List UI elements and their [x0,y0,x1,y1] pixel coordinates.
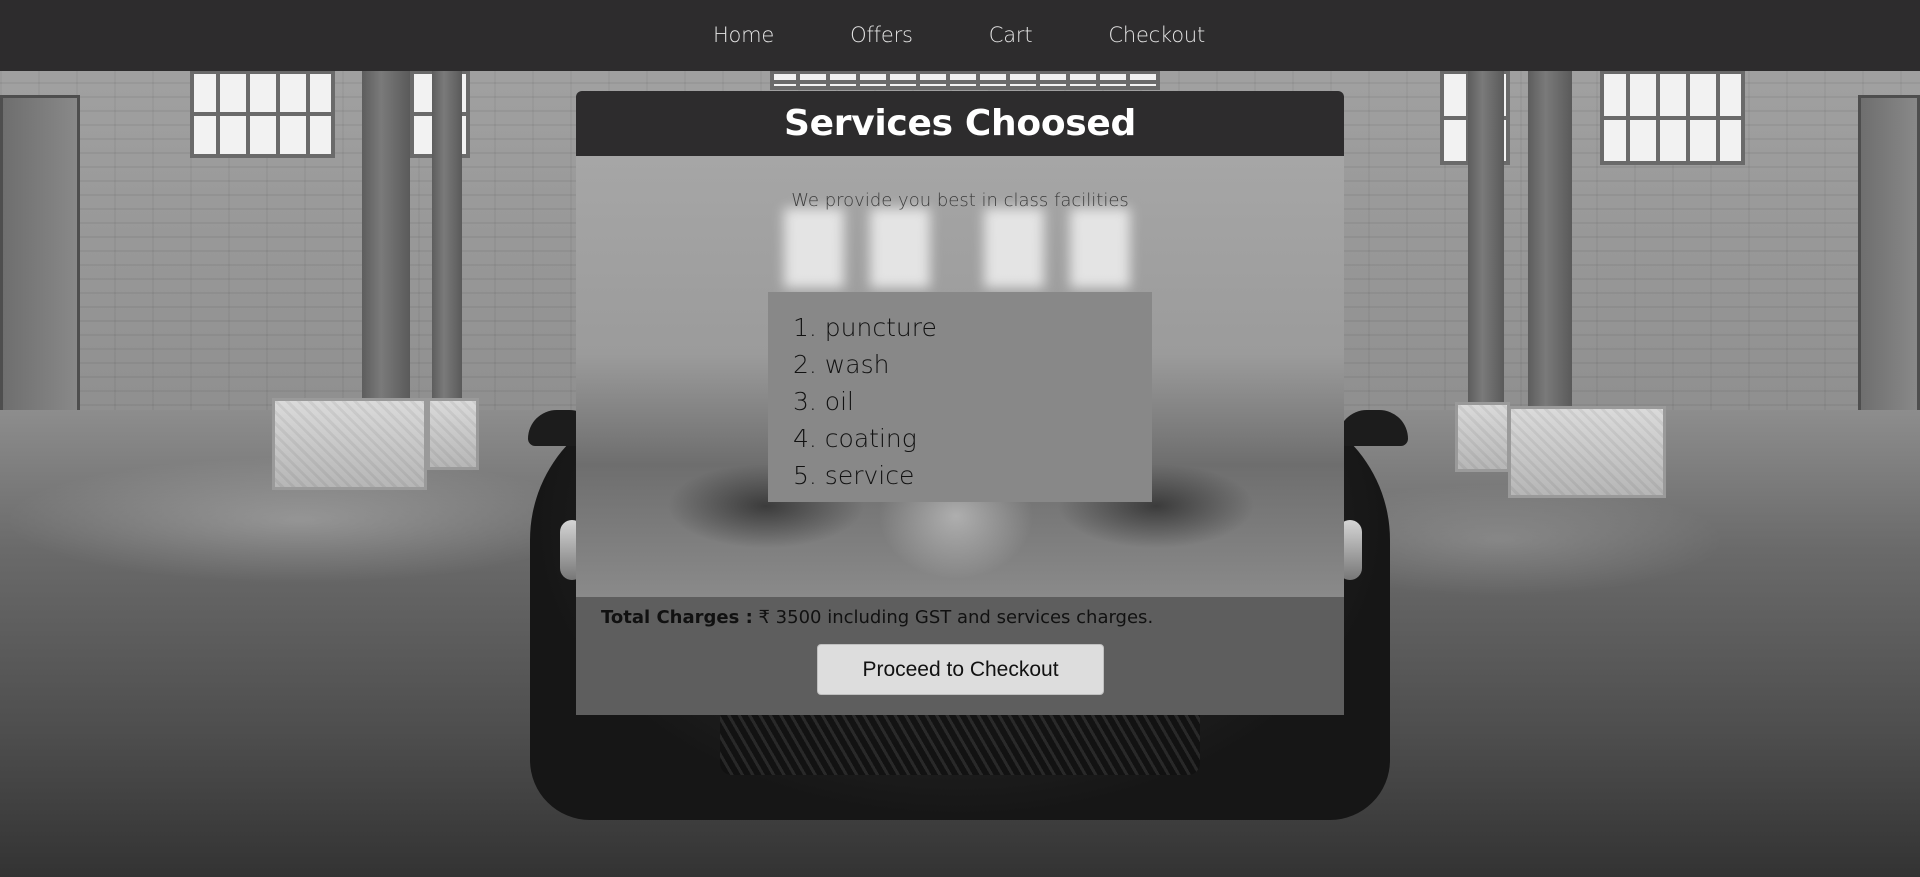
nav-link-checkout[interactable]: Checkout [1070,0,1243,71]
nav-item-offers: Offers [812,0,951,71]
background-blur-window [984,208,1044,288]
services-list: 1. puncture 2. wash 3. oil 4. coating 5.… [793,309,1152,494]
garage-window [770,70,1160,90]
nav-item-cart: Cart [951,0,1071,71]
total-charges: Total Charges : ₹ 3500 including GST and… [601,607,1153,628]
nav-list: Home Offers Cart Checkout [675,0,1243,71]
garage-side-door [0,95,80,415]
background-blur-window [784,208,844,288]
nav-item-checkout: Checkout [1070,0,1243,71]
garage-window [1600,70,1745,165]
garage-crate [427,398,479,470]
total-charges-value: ₹ 3500 including GST and services charge… [752,607,1154,628]
nav-item-home: Home [675,0,812,71]
nav-link-offers[interactable]: Offers [812,0,951,71]
services-list-box: 1. puncture 2. wash 3. oil 4. coating 5.… [768,292,1152,502]
service-item: 3. oil [793,387,854,416]
tagline: We provide you best in class facilities [791,190,1129,211]
garage-pillar [1528,70,1572,410]
nav-link-home[interactable]: Home [675,0,812,71]
top-navbar: Home Offers Cart Checkout [0,0,1920,71]
garage-crate [1508,406,1666,498]
garage-side-door [1858,95,1920,415]
service-item: 4. coating [793,424,917,453]
card-footer: Total Charges : ₹ 3500 including GST and… [576,597,1344,715]
page-title: Services Choosed [784,103,1136,144]
service-item: 5. service [793,461,915,490]
service-item: 1. puncture [793,313,937,342]
proceed-to-checkout-button[interactable]: Proceed to Checkout [817,644,1104,695]
nav-link-cart[interactable]: Cart [951,0,1071,71]
garage-crate [272,398,427,490]
card-body: We provide you best in class facilities … [576,156,1344,597]
background-blur-window [1070,208,1130,288]
garage-pillar [1468,70,1504,410]
garage-pillar [362,70,410,400]
services-card: Services Choosed We provide you best in … [576,91,1344,715]
card-header: Services Choosed [576,91,1344,156]
garage-crate [1455,402,1510,472]
service-item: 2. wash [793,350,890,379]
garage-window [190,70,335,158]
garage-pillar [432,70,462,400]
total-charges-label: Total Charges : [601,607,753,628]
car-grille [720,705,1200,775]
background-blur-window [870,208,930,288]
